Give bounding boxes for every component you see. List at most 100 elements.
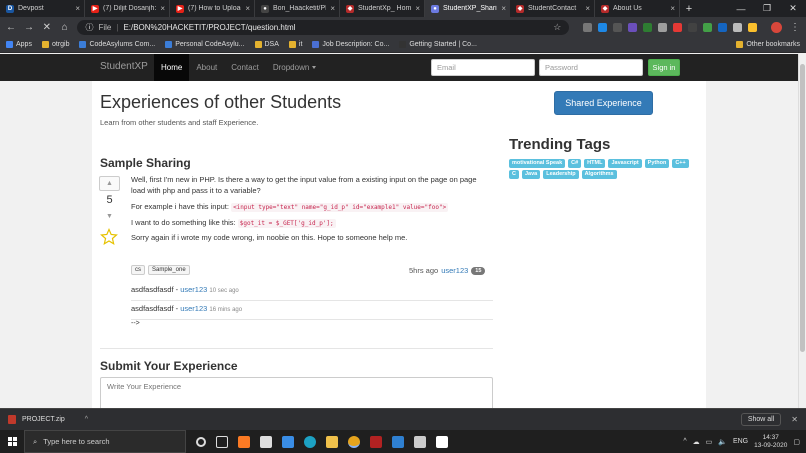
language-indicator[interactable]: ENG: [733, 438, 748, 445]
page-scrollbar[interactable]: [798, 54, 806, 408]
taskbar-clock[interactable]: 14:37 13-09-2020: [754, 434, 787, 450]
extension-icon[interactable]: [673, 22, 683, 32]
close-tab-icon[interactable]: ×: [160, 4, 165, 13]
nav-home[interactable]: Home: [154, 54, 190, 81]
extension-icon[interactable]: [583, 22, 593, 32]
volume-icon[interactable]: 🔈: [718, 438, 727, 446]
close-tab-icon[interactable]: ×: [670, 4, 675, 13]
terminal-icon[interactable]: [414, 435, 426, 448]
bookmark-item[interactable]: Getting Started | Co...: [399, 41, 477, 48]
bookmark-item[interactable]: CodeAsylums Com...: [79, 41, 155, 48]
bookmark-star-icon[interactable]: ☆: [553, 22, 561, 33]
store-icon[interactable]: [260, 435, 272, 448]
profile-avatar[interactable]: [771, 21, 782, 33]
browser-tab[interactable]: ▶ (7) Diljit Dosanjh: S×: [85, 0, 170, 17]
back-icon[interactable]: ←: [6, 22, 16, 33]
mail-icon[interactable]: [282, 435, 294, 448]
nav-about[interactable]: About: [189, 54, 224, 81]
extension-icon[interactable]: [748, 22, 758, 32]
asker-link[interactable]: user123: [441, 266, 468, 275]
app-icon[interactable]: [436, 435, 448, 448]
app-icon[interactable]: [370, 435, 382, 448]
browser-tab[interactable]: ◆ StudentContact ×: [510, 0, 595, 17]
info-icon[interactable]: ⓘ: [85, 22, 93, 33]
trending-tag[interactable]: HTML: [584, 159, 606, 168]
close-tab-icon[interactable]: ×: [415, 4, 420, 13]
extension-icon[interactable]: [658, 22, 668, 32]
chevron-up-icon[interactable]: ^: [683, 438, 686, 445]
cloud-icon[interactable]: ☁: [693, 438, 700, 446]
comment-user-link[interactable]: user123: [180, 285, 207, 294]
browser-tab[interactable]: ◆ StudentXp_ Home ×: [340, 0, 425, 17]
close-tab-icon[interactable]: ×: [75, 4, 80, 13]
extension-icon[interactable]: [688, 22, 698, 32]
new-tab-button[interactable]: +: [680, 0, 698, 17]
task-view-icon[interactable]: [216, 435, 228, 448]
bookmark-item[interactable]: Job Description: Co...: [312, 41, 389, 48]
extension-icon[interactable]: [598, 22, 608, 32]
browser-tab[interactable]: ▶ (7) How to Upload ×: [170, 0, 255, 17]
trending-tag[interactable]: Leadership: [543, 170, 579, 179]
browser-tab[interactable]: D Devpost ×: [0, 0, 85, 17]
restore-button[interactable]: ❐: [754, 0, 780, 17]
favorite-star-icon[interactable]: [100, 228, 118, 246]
nav-contact[interactable]: Contact: [224, 54, 266, 81]
file-explorer-icon[interactable]: [326, 435, 338, 448]
extension-icon[interactable]: [718, 22, 728, 32]
trending-tag[interactable]: Python: [644, 159, 670, 168]
bookmark-item[interactable]: Personal CodeAsylu...: [165, 41, 245, 48]
extension-icon[interactable]: [613, 22, 623, 32]
email-input[interactable]: Email: [431, 59, 535, 76]
chevron-up-icon[interactable]: ^: [85, 416, 88, 423]
bookmark-item[interactable]: Apps: [6, 41, 32, 48]
experience-textarea[interactable]: [100, 377, 493, 408]
close-icon[interactable]: ✕: [791, 415, 798, 424]
upvote-button[interactable]: ▲: [99, 176, 120, 191]
nav-dropdown[interactable]: Dropdown: [266, 54, 323, 81]
question-tag[interactable]: cs: [131, 265, 145, 275]
bookmark-item[interactable]: otrgib: [41, 41, 69, 48]
trending-tag[interactable]: C#: [568, 159, 582, 168]
vscode-icon[interactable]: [392, 435, 404, 448]
bookmark-item[interactable]: DSA: [254, 41, 279, 48]
network-icon[interactable]: ▭: [706, 438, 713, 446]
address-bar[interactable]: ⓘ File | E:/BON%20HACKETIT/PROJECT/quest…: [77, 19, 570, 35]
close-tab-icon[interactable]: ×: [245, 4, 250, 13]
taskbar-search[interactable]: ⌕ Type here to search: [24, 430, 186, 453]
trending-tag[interactable]: Java: [521, 170, 541, 179]
stop-icon[interactable]: ✕: [42, 22, 52, 33]
trending-tag[interactable]: motivational Speak: [509, 159, 566, 168]
downvote-button[interactable]: ▼: [99, 209, 120, 224]
download-item[interactable]: PROJECT.zip ^: [8, 415, 88, 424]
close-tab-icon[interactable]: ×: [330, 4, 335, 13]
cortana-icon[interactable]: [196, 436, 206, 447]
comment-user-link[interactable]: user123: [180, 304, 207, 313]
other-bookmarks[interactable]: Other bookmarks: [736, 41, 800, 48]
site-brand[interactable]: StudentXP: [100, 61, 148, 72]
sign-in-button[interactable]: Sign in: [648, 59, 680, 76]
trending-tag[interactable]: C: [509, 170, 519, 179]
edge-icon[interactable]: [304, 435, 316, 448]
notification-icon[interactable]: ▢: [793, 438, 800, 446]
minimize-button[interactable]: —: [728, 0, 754, 17]
close-window-button[interactable]: ✕: [780, 0, 806, 17]
extension-icon[interactable]: [643, 22, 653, 32]
trending-tag[interactable]: C++: [672, 159, 689, 168]
question-tag[interactable]: Sample_one: [148, 265, 190, 275]
puzzle-icon[interactable]: [733, 22, 743, 32]
chrome-icon[interactable]: [348, 435, 360, 448]
forward-icon[interactable]: →: [24, 22, 34, 33]
trending-tag[interactable]: Javascript: [608, 159, 642, 168]
trending-tag[interactable]: Algorithms: [581, 170, 617, 179]
home-icon[interactable]: ⌂: [60, 22, 70, 33]
extension-icon[interactable]: [628, 22, 638, 32]
scrollbar-thumb[interactable]: [800, 64, 805, 352]
browser-tab[interactable]: ● Bon_Haacketit/PRO ×: [255, 0, 340, 17]
xampp-icon[interactable]: [238, 435, 250, 448]
show-all-button[interactable]: Show all: [740, 413, 782, 426]
browser-tab[interactable]: ◆ About Us ×: [595, 0, 680, 17]
shared-experience-button[interactable]: Shared Experience: [554, 91, 653, 115]
close-tab-icon[interactable]: ×: [501, 4, 506, 13]
close-tab-icon[interactable]: ×: [585, 4, 590, 13]
bookmark-item[interactable]: it: [288, 41, 302, 48]
